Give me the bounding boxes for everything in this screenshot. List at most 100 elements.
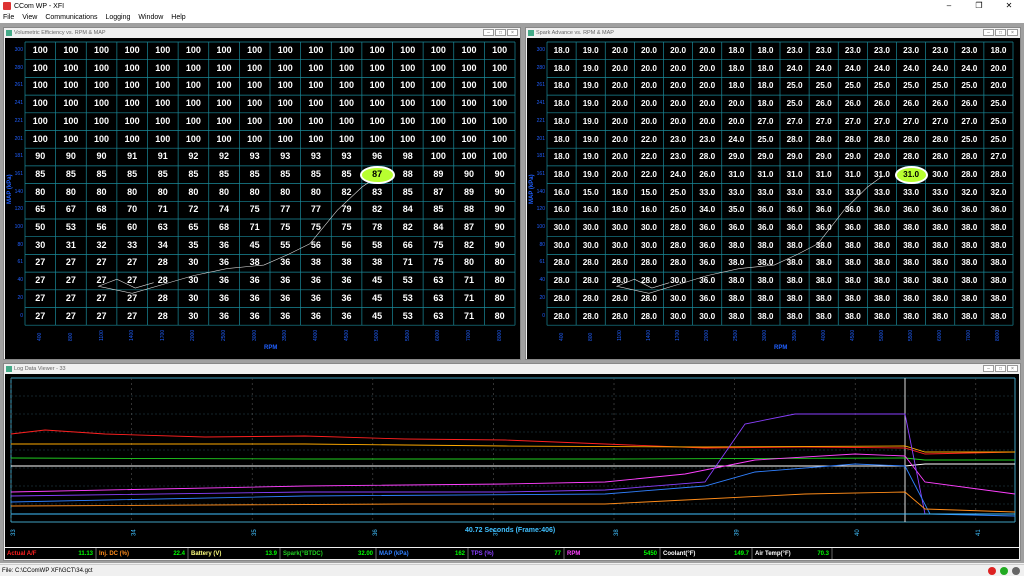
table-cell[interactable]: 38.0 [867,237,896,255]
table-cell[interactable]: 100 [178,42,209,60]
table-cell[interactable]: 60 [117,219,148,237]
table-cell[interactable]: 45 [362,272,393,290]
table-cell[interactable]: 25.0 [984,95,1013,113]
table-cell[interactable]: 27 [117,290,148,308]
table-cell[interactable]: 82 [362,201,393,219]
table-cell[interactable]: 85 [117,166,148,184]
table-cell[interactable]: 75 [331,219,362,237]
table-cell[interactable]: 56 [86,219,117,237]
table-cell[interactable]: 71 [454,272,485,290]
table-cell[interactable]: 100 [148,131,179,149]
table-cell[interactable]: 87 [454,219,485,237]
table-cell[interactable]: 38.0 [867,272,896,290]
table-cell[interactable]: 28.0 [547,308,576,326]
legend-item[interactable]: Coolant(°F) 149.7 [661,548,753,559]
table-cell[interactable]: 38.0 [809,237,838,255]
table-cell[interactable]: 28.0 [897,148,926,166]
table-cell[interactable]: 98 [393,148,424,166]
table-cell[interactable]: 18.0 [547,77,576,95]
table-cell[interactable]: 27 [25,290,56,308]
table-cell[interactable]: 28.0 [605,290,634,308]
table-cell[interactable]: 100 [423,113,454,131]
table-cell[interactable]: 28.0 [576,254,605,272]
table-cell[interactable]: 100 [331,113,362,131]
table-cell[interactable]: 26.0 [867,95,896,113]
table-cell[interactable]: 100 [454,60,485,78]
table-cell[interactable]: 72 [178,201,209,219]
table-cell[interactable]: 38 [331,254,362,272]
table-cell[interactable]: 90 [484,201,515,219]
table-cell[interactable]: 36.0 [751,219,780,237]
table-cell[interactable]: 33.0 [897,184,926,202]
table-cell[interactable]: 56 [331,237,362,255]
table-cell[interactable]: 25.0 [984,113,1013,131]
table-cell[interactable]: 38.0 [722,308,751,326]
table-cell[interactable]: 20.0 [693,95,722,113]
table-cell[interactable]: 36.0 [751,201,780,219]
log-chart[interactable]: 33 34 35 36 37 38 39 40 4140.72 Seconds (Frame:4… [5,374,1019,547]
table-cell[interactable]: 55 [270,237,301,255]
table-cell[interactable]: 100 [148,95,179,113]
table-cell[interactable]: 66 [393,237,424,255]
table-cell[interactable]: 20.0 [605,148,634,166]
table-cell[interactable]: 28.0 [547,254,576,272]
table-cell[interactable]: 18.0 [605,184,634,202]
table-cell[interactable]: 31.0 [809,166,838,184]
table-cell[interactable]: 38.0 [926,237,955,255]
table-cell[interactable]: 30.0 [547,237,576,255]
table-cell[interactable]: 31.0 [751,166,780,184]
table-cell[interactable]: 28.0 [838,131,867,149]
table-cell[interactable]: 100 [25,60,56,78]
table-cell[interactable]: 28 [148,254,179,272]
table-cell[interactable]: 20.0 [693,113,722,131]
table-cell[interactable]: 29.0 [722,148,751,166]
table-cell[interactable]: 30.0 [634,219,663,237]
table-cell[interactable]: 100 [270,95,301,113]
table-cell[interactable]: 100 [484,95,515,113]
table-cell[interactable]: 24.0 [926,60,955,78]
table-cell[interactable]: 30.0 [664,308,693,326]
table-cell[interactable]: 100 [117,113,148,131]
table-cell[interactable]: 30.0 [926,166,955,184]
table-cell[interactable]: 27.0 [926,113,955,131]
table-cell[interactable]: 100 [56,60,87,78]
table-cell[interactable]: 30.0 [664,290,693,308]
table-cell[interactable]: 18.0 [722,77,751,95]
table-cell[interactable]: 53 [393,308,424,326]
maximize-icon[interactable]: □ [995,29,1006,36]
minimize-icon[interactable]: – [483,29,494,36]
menu-logging[interactable]: Logging [105,14,130,21]
table-cell[interactable]: 38.0 [751,272,780,290]
table-cell[interactable]: 75 [239,201,270,219]
legend-item[interactable]: MAP (kPa) 162 [377,548,469,559]
table-cell[interactable]: 100 [178,113,209,131]
table-cell[interactable]: 80 [484,308,515,326]
table-cell[interactable]: 100 [117,42,148,60]
table-cell[interactable]: 28.0 [664,237,693,255]
table-cell[interactable]: 100 [362,131,393,149]
table-cell[interactable]: 28.0 [634,308,663,326]
legend-item[interactable]: Spark(°BTDC) 32.00 [281,548,377,559]
table-cell[interactable]: 100 [393,131,424,149]
table-cell[interactable]: 29.0 [809,148,838,166]
table-cell[interactable]: 100 [362,42,393,60]
table-cell[interactable]: 91 [117,148,148,166]
table-cell[interactable]: 30.0 [576,237,605,255]
table-cell[interactable]: 20.0 [693,42,722,60]
table-cell[interactable]: 25.0 [984,131,1013,149]
close-icon[interactable]: × [507,29,518,36]
table-cell[interactable]: 78 [362,219,393,237]
table-cell[interactable]: 100 [25,95,56,113]
table-cell[interactable]: 27 [25,308,56,326]
table-cell[interactable]: 34.0 [693,201,722,219]
table-cell[interactable]: 38.0 [867,254,896,272]
table-cell[interactable]: 23.0 [809,42,838,60]
table-cell[interactable]: 90 [484,184,515,202]
table-cell[interactable]: 70 [117,201,148,219]
table-cell[interactable]: 100 [362,60,393,78]
table-cell[interactable]: 18.0 [547,42,576,60]
table-cell[interactable]: 25.0 [867,77,896,95]
table-cell[interactable]: 90 [25,148,56,166]
table-cell[interactable]: 100 [25,113,56,131]
table-cell[interactable]: 27.0 [897,113,926,131]
